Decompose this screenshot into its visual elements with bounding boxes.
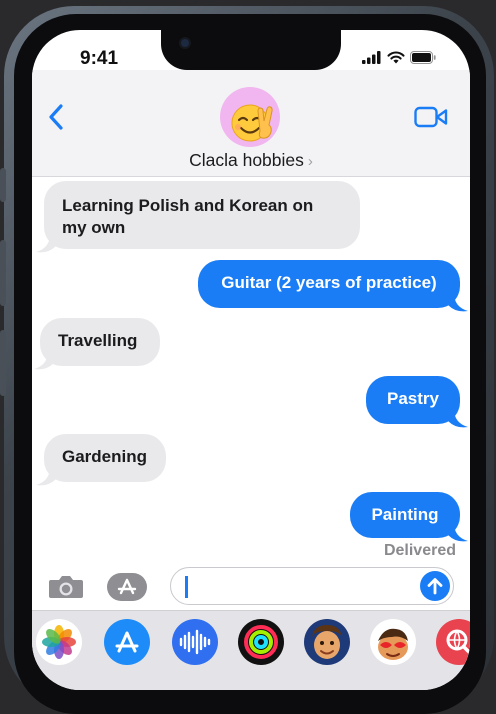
delivery-status: Delivered xyxy=(383,542,456,559)
web-search-icon xyxy=(446,629,470,655)
message-bubble-outgoing[interactable]: Guitar (2 years of practice) xyxy=(198,260,460,308)
phone-screen: 9:41 Clacla hobbies › Learning Polish an… xyxy=(32,30,470,690)
battery-icon xyxy=(410,51,436,64)
message-bubble-incoming[interactable]: Travelling xyxy=(40,318,160,366)
app-store-app-button[interactable] xyxy=(104,619,150,665)
audio-waveform-icon xyxy=(179,629,211,655)
audio-message-app-button[interactable] xyxy=(172,619,218,665)
photos-app-button[interactable] xyxy=(36,619,82,665)
contact-name: Clacla hobbies xyxy=(189,150,304,170)
app-drawer xyxy=(32,610,470,690)
chevron-right-icon: › xyxy=(307,153,313,170)
web-search-app-button[interactable] xyxy=(436,619,470,665)
front-camera-icon xyxy=(181,39,189,47)
conversation-header: Clacla hobbies › xyxy=(32,70,470,177)
message-text-line: my own xyxy=(62,218,126,237)
bubble-tail-incoming xyxy=(34,351,54,370)
memoji-stickers-icon xyxy=(378,628,408,660)
message-bubble-incoming[interactable]: Learning Polish and Korean on my own xyxy=(44,181,360,249)
status-time: 9:41 xyxy=(80,48,119,69)
message-text-line: Learning Polish and Korean on xyxy=(62,196,314,215)
video-camera-icon xyxy=(414,106,448,128)
text-cursor xyxy=(185,576,188,598)
app-store-icon xyxy=(115,631,139,653)
wifi-icon xyxy=(387,51,405,64)
volume-up-button xyxy=(0,240,6,306)
bubble-tail-outgoing xyxy=(448,409,468,428)
bubble-tail-outgoing xyxy=(448,293,468,312)
activity-rings-icon xyxy=(244,625,278,659)
contact-name-button[interactable]: Clacla hobbies › xyxy=(32,150,470,171)
message-bubble-outgoing[interactable]: Painting xyxy=(350,492,460,538)
app-store-icon xyxy=(107,573,147,601)
bubble-tail-incoming xyxy=(36,467,56,486)
smiling-face-victory-hand-icon xyxy=(231,104,273,142)
chevron-left-icon xyxy=(49,104,63,130)
message-bubble-outgoing[interactable]: Pastry xyxy=(366,376,460,424)
camera-button[interactable] xyxy=(48,574,84,605)
memoji-icon xyxy=(312,625,342,659)
apps-button[interactable] xyxy=(106,572,150,607)
bubble-tail-outgoing xyxy=(448,523,468,542)
message-input-box[interactable] xyxy=(170,567,454,605)
status-icons xyxy=(362,51,436,64)
camera-icon xyxy=(49,576,83,598)
volume-down-button xyxy=(0,330,6,396)
message-list[interactable]: Learning Polish and Korean on my own Gui… xyxy=(32,178,470,578)
dynamic-notch xyxy=(161,30,341,70)
contact-avatar[interactable] xyxy=(220,87,280,147)
message-input[interactable] xyxy=(181,574,405,600)
fitness-app-button[interactable] xyxy=(238,619,284,665)
send-button[interactable] xyxy=(420,571,450,601)
back-button[interactable] xyxy=(46,100,70,134)
bubble-tail-incoming xyxy=(36,234,56,253)
facetime-video-button[interactable] xyxy=(414,106,448,133)
arrow-up-icon xyxy=(427,578,443,595)
memoji-app-button[interactable] xyxy=(304,619,350,665)
cellular-signal-icon xyxy=(362,51,381,64)
composer-row xyxy=(32,566,470,612)
photos-icon xyxy=(42,625,76,659)
message-bubble-incoming[interactable]: Gardening xyxy=(44,434,166,482)
memoji-stickers-app-button[interactable] xyxy=(370,619,416,665)
action-button xyxy=(0,168,6,202)
